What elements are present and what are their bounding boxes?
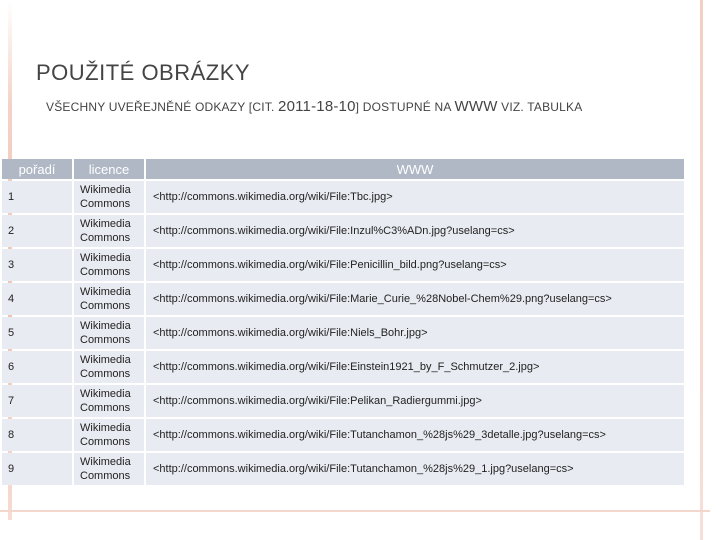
- cell-license: Wikimedia Commons: [74, 351, 144, 383]
- cell-order: 7: [2, 385, 72, 417]
- cell-url[interactable]: <http://commons.wikimedia.org/wiki/File:…: [146, 351, 684, 383]
- subtitle-date: 2011-18-10: [278, 98, 356, 115]
- subtitle-www: WWW: [454, 98, 498, 115]
- cell-order: 3: [2, 249, 72, 281]
- cell-order: 5: [2, 317, 72, 349]
- cell-url[interactable]: <http://commons.wikimedia.org/wiki/File:…: [146, 283, 684, 315]
- cell-url[interactable]: <http://commons.wikimedia.org/wiki/File:…: [146, 249, 684, 281]
- cell-order: 1: [2, 181, 72, 213]
- table-body: 1 Wikimedia Commons <http://commons.wikime…: [2, 181, 684, 485]
- subtitle-suffix: VIZ. TABULKA: [501, 100, 583, 114]
- decorative-frame-right: [700, 0, 703, 540]
- table-row: 5 Wikimedia Commons <http://commons.wikime…: [2, 317, 684, 349]
- table-row: 8 Wikimedia Commons <http://commons.wikime…: [2, 419, 684, 451]
- cell-license: Wikimedia Commons: [74, 215, 144, 247]
- cell-url[interactable]: <http://commons.wikimedia.org/wiki/File:…: [146, 453, 684, 485]
- cell-license: Wikimedia Commons: [74, 181, 144, 213]
- cell-license: Wikimedia Commons: [74, 453, 144, 485]
- cell-license: Wikimedia Commons: [74, 385, 144, 417]
- cell-order: 8: [2, 419, 72, 451]
- cell-url[interactable]: <http://commons.wikimedia.org/wiki/File:…: [146, 385, 684, 417]
- slide-title: POUŽITÉ OBRÁZKY: [36, 60, 251, 85]
- cell-license: Wikimedia Commons: [74, 317, 144, 349]
- cell-order: 2: [2, 215, 72, 247]
- cell-url[interactable]: <http://commons.wikimedia.org/wiki/File:…: [146, 317, 684, 349]
- subtitle-middle: ] DOSTUPNÉ NA: [355, 100, 451, 114]
- table-row: 2 Wikimedia Commons <http://commons.wikime…: [2, 215, 684, 247]
- cell-url[interactable]: <http://commons.wikimedia.org/wiki/File:…: [146, 419, 684, 451]
- images-table: pořadí licence WWW 1 Wikimedia Commons <ht…: [0, 157, 686, 487]
- cell-order: 6: [2, 351, 72, 383]
- cell-url[interactable]: <http://commons.wikimedia.org/wiki/File:…: [146, 181, 684, 213]
- header-order: pořadí: [2, 159, 72, 179]
- subtitle-prefix: VŠECHNY UVEŘEJNĚNÉ ODKAZY [CIT.: [46, 100, 275, 114]
- table-row: 1 Wikimedia Commons <http://commons.wikime…: [2, 181, 684, 213]
- cell-url[interactable]: <http://commons.wikimedia.org/wiki/File:…: [146, 215, 684, 247]
- table-row: 6 Wikimedia Commons <http://commons.wikime…: [2, 351, 684, 383]
- header-license: licence: [74, 159, 144, 179]
- table-row: 3 Wikimedia Commons <http://commons.wikime…: [2, 249, 684, 281]
- decorative-frame-bottom: [0, 510, 710, 512]
- cell-license: Wikimedia Commons: [74, 283, 144, 315]
- cell-license: Wikimedia Commons: [74, 419, 144, 451]
- table-row: 9 Wikimedia Commons <http://commons.wikime…: [2, 453, 684, 485]
- table-header-row: pořadí licence WWW: [2, 159, 684, 179]
- cell-order: 9: [2, 453, 72, 485]
- header-www: WWW: [146, 159, 684, 179]
- table-row: 4 Wikimedia Commons <http://commons.wikime…: [2, 283, 684, 315]
- table-row: 7 Wikimedia Commons <http://commons.wikime…: [2, 385, 684, 417]
- cell-order: 4: [2, 283, 72, 315]
- slide-subtitle: VŠECHNY UVEŘEJNĚNÉ ODKAZY [CIT. 2011-18-…: [46, 98, 582, 115]
- cell-license: Wikimedia Commons: [74, 249, 144, 281]
